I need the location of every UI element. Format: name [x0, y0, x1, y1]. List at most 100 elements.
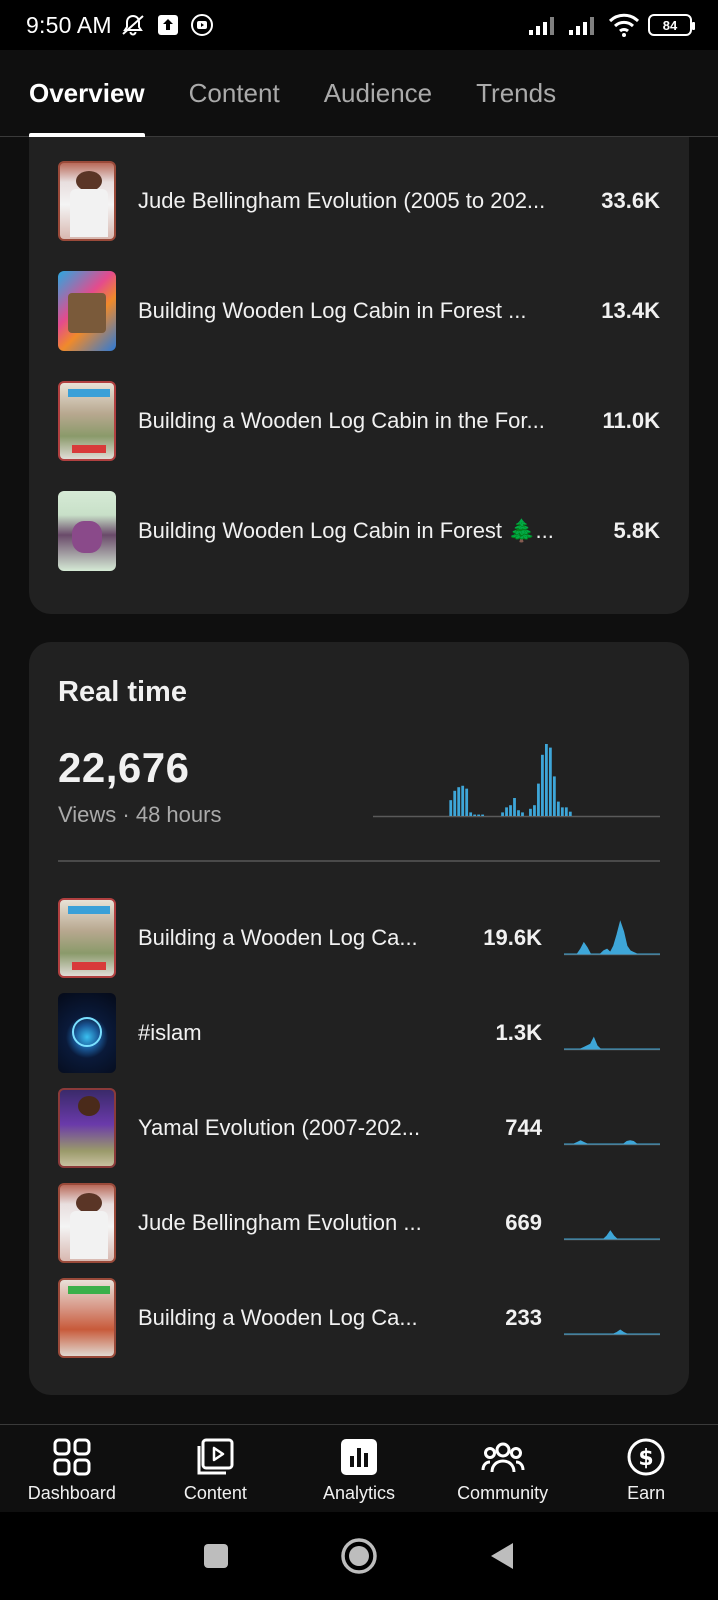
sparkline — [564, 1036, 660, 1051]
youtube-studio-icon — [190, 13, 214, 37]
mute-icon — [120, 13, 146, 37]
video-title: Building Wooden Log Cabin in Forest 🌲... — [138, 518, 554, 543]
video-thumbnail — [58, 381, 116, 461]
nav-label: Content — [183, 1483, 247, 1503]
sparkline-area — [564, 1230, 660, 1240]
sparkline-area — [564, 1329, 660, 1335]
chart-bar — [453, 790, 457, 816]
sparkline — [564, 1140, 660, 1146]
video-thumbnail — [58, 898, 116, 978]
chart-bar — [501, 812, 504, 816]
status-bar: 9:50 AM 84 — [0, 0, 718, 50]
video-title: Building a Wooden Log Ca... — [138, 925, 418, 950]
nav-community[interactable]: Community — [431, 1425, 575, 1512]
chart-bar — [457, 787, 461, 816]
nav-label: Dashboard — [27, 1483, 116, 1503]
video-title: Building a Wooden Log Cabin in the For..… — [138, 408, 545, 433]
upload-icon — [156, 13, 180, 37]
content-icon — [193, 1437, 237, 1477]
sparkline — [564, 920, 660, 956]
tab-overview[interactable]: Overview — [29, 50, 145, 137]
nav-earn[interactable]: $ Earn — [574, 1425, 718, 1512]
status-time: 9:50 AM — [26, 11, 112, 38]
tab-trends[interactable]: Trends — [476, 50, 556, 137]
video-title: Jude Bellingham Evolution (2005 to 202..… — [138, 188, 546, 213]
video-thumbnail — [58, 1088, 116, 1168]
chart-bar — [568, 811, 572, 816]
video-thumbnail — [58, 1278, 116, 1358]
list-item[interactable]: #islam 1.3K — [58, 993, 660, 1073]
realtime-title: Real time — [58, 676, 187, 708]
chart-bar — [564, 807, 568, 816]
home-button[interactable] — [340, 1537, 378, 1575]
chart-bar — [477, 814, 481, 816]
chart-bar — [556, 801, 560, 816]
chart-bar — [481, 814, 485, 816]
realtime-card[interactable]: Real time 22,676 Views · 48 hours Buildi… — [29, 642, 689, 1395]
list-item[interactable]: Building a Wooden Log Ca... 233 — [58, 1278, 660, 1358]
realtime-bar-chart — [373, 744, 660, 818]
system-nav-bar — [0, 1512, 718, 1600]
chart-bar — [469, 812, 473, 816]
video-views: 233 — [505, 1305, 542, 1330]
nav-label: Earn — [627, 1483, 666, 1503]
video-views: 19.6K — [483, 925, 542, 950]
battery-level: 84 — [662, 17, 678, 33]
dashboard-icon — [50, 1437, 94, 1477]
nav-label: Community — [457, 1483, 549, 1503]
signal-icon — [528, 14, 560, 36]
chart-bar — [517, 810, 520, 816]
chart-bar — [552, 776, 556, 816]
battery-icon: 84 — [648, 14, 695, 36]
chart-bar — [533, 805, 536, 816]
nav-dashboard[interactable]: Dashboard — [0, 1425, 144, 1512]
video-views: 11.0K — [602, 408, 661, 433]
video-title: #islam — [138, 1020, 202, 1045]
signal-icon — [568, 14, 600, 36]
list-item[interactable]: Jude Bellingham Evolution ... 669 — [58, 1183, 660, 1263]
chart-bar — [461, 785, 465, 816]
video-views: 5.8K — [613, 518, 660, 543]
list-item[interactable]: Building Wooden Log Cabin in Forest 🌲...… — [58, 491, 660, 571]
analytics-tabs: Overview Content Audience Trends — [0, 50, 718, 137]
nav-analytics[interactable]: Analytics — [287, 1425, 431, 1512]
tab-content[interactable]: Content — [189, 50, 280, 137]
chart-bar — [529, 808, 532, 816]
video-title: Building Wooden Log Cabin in Forest ... — [138, 298, 527, 323]
tab-audience[interactable]: Audience — [324, 50, 432, 137]
video-thumbnail — [58, 271, 116, 351]
community-icon — [481, 1437, 525, 1477]
list-item[interactable]: Building a Wooden Log Ca... 19.6K — [58, 898, 660, 978]
bottom-nav: Dashboard Content Analytics Community $ … — [0, 1424, 718, 1512]
realtime-views-subtitle: Views · 48 hours — [58, 802, 222, 827]
chart-bar — [541, 754, 544, 816]
video-views: 669 — [505, 1210, 542, 1235]
earn-icon: $ — [624, 1437, 668, 1477]
realtime-views-count: 22,676 — [58, 744, 190, 791]
recents-button[interactable] — [202, 1542, 230, 1570]
chart-bar — [473, 814, 477, 816]
video-title: Jude Bellingham Evolution ... — [138, 1210, 422, 1235]
list-item[interactable]: Building Wooden Log Cabin in Forest ... … — [58, 271, 660, 351]
list-item[interactable]: Yamal Evolution (2007-202... 744 — [58, 1088, 660, 1168]
video-thumbnail — [58, 1183, 116, 1263]
nav-label: Analytics — [322, 1483, 395, 1503]
video-title: Yamal Evolution (2007-202... — [138, 1115, 421, 1140]
divider — [58, 860, 660, 862]
video-views: 13.4K — [601, 298, 660, 323]
video-thumbnail — [58, 161, 116, 241]
sparkline — [564, 1230, 660, 1241]
chart-bar — [513, 798, 516, 816]
sparkline-area — [564, 920, 660, 955]
nav-content[interactable]: Content — [144, 1425, 288, 1512]
chart-bar — [545, 744, 548, 816]
chart-bar — [465, 788, 469, 816]
video-thumbnail — [58, 993, 116, 1073]
back-button[interactable] — [488, 1540, 516, 1572]
video-views: 744 — [505, 1115, 542, 1140]
list-item[interactable]: Jude Bellingham Evolution (2005 to 202..… — [58, 161, 660, 241]
list-item[interactable]: Building a Wooden Log Cabin in the For..… — [58, 381, 660, 461]
top-content-card: Jude Bellingham Evolution (2005 to 202..… — [29, 110, 689, 614]
analytics-icon — [337, 1437, 381, 1477]
video-title: Building a Wooden Log Ca... — [138, 1305, 418, 1330]
